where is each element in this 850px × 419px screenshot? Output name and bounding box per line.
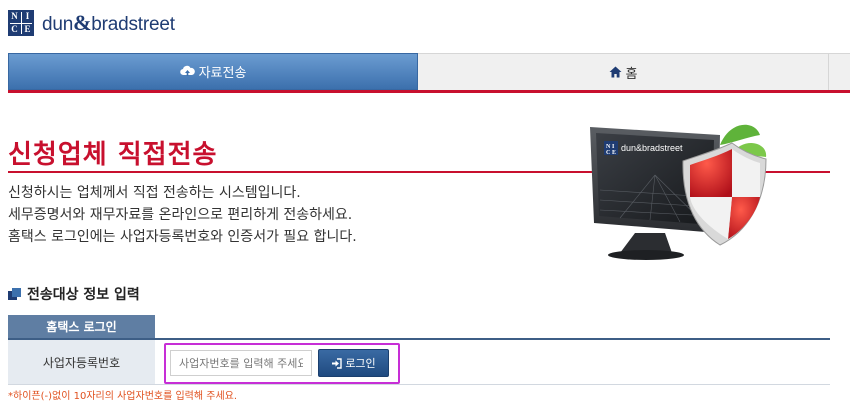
intro-line: 세무증명서와 재무자료를 온라인으로 편리하게 전송하세요.	[8, 207, 353, 223]
intro-text: 신청하시는 업체께서 직접 전송하는 시스템입니다. 세무증명서와 재무자료를 …	[8, 182, 357, 248]
brand-name: dun&bradstreet	[42, 10, 175, 36]
login-button-label: 로그인	[345, 357, 376, 370]
tab-home-label: 홈	[625, 66, 638, 82]
logo-letter: E	[24, 24, 31, 34]
intro-line: 신청하시는 업체께서 직접 전송하는 시스템입니다.	[8, 185, 301, 201]
brand-logo[interactable]: N I C E dun&bradstreet	[8, 10, 175, 36]
main-nav: 자료전송 홈	[8, 53, 850, 93]
upload-icon	[179, 65, 195, 76]
nice-logo-mark: N I C E	[8, 10, 34, 36]
login-button[interactable]: 로그인	[318, 349, 389, 377]
logo-letter: I	[25, 11, 30, 21]
screen-logo-letter: C	[606, 150, 610, 156]
page-title: 신청업체 직접전송	[8, 140, 218, 170]
brand-dun: dun	[42, 14, 74, 35]
tab-upload-label: 자료전송	[198, 66, 247, 81]
logo-letter: C	[11, 24, 18, 34]
business-number-label: 사업자등록번호	[8, 340, 155, 384]
screen-logo-letter: E	[612, 150, 616, 156]
tab-home[interactable]: 홈	[418, 53, 829, 90]
business-number-input[interactable]	[170, 350, 312, 376]
nav-filler	[829, 53, 850, 90]
input-hint: *하이픈(-)없이 10자리의 사업자번호를 입력해 주세요.	[8, 391, 238, 402]
screen-brand-text: dun&bradstreet	[621, 143, 683, 153]
sign-in-icon	[332, 357, 343, 369]
form-bottom-rule	[8, 384, 830, 385]
home-icon	[609, 66, 622, 78]
security-monitor-illustration: N I C E dun&bradstreet	[590, 124, 767, 260]
tab-upload[interactable]: 자료전송	[8, 53, 418, 90]
brand-amp: &	[73, 10, 92, 35]
hometax-login-tab[interactable]: 홈택스 로그인	[8, 315, 155, 338]
section-heading: 전송대상 정보 입력	[8, 284, 140, 304]
section-heading-text: 전송대상 정보 입력	[27, 287, 140, 303]
intro-line: 홈택스 로그인에는 사업자등록번호와 인증서가 필요 합니다.	[8, 229, 357, 245]
brand-bradstreet: bradstreet	[91, 14, 175, 35]
logo-letter: N	[11, 11, 18, 21]
section-bullet-icon	[8, 287, 21, 301]
